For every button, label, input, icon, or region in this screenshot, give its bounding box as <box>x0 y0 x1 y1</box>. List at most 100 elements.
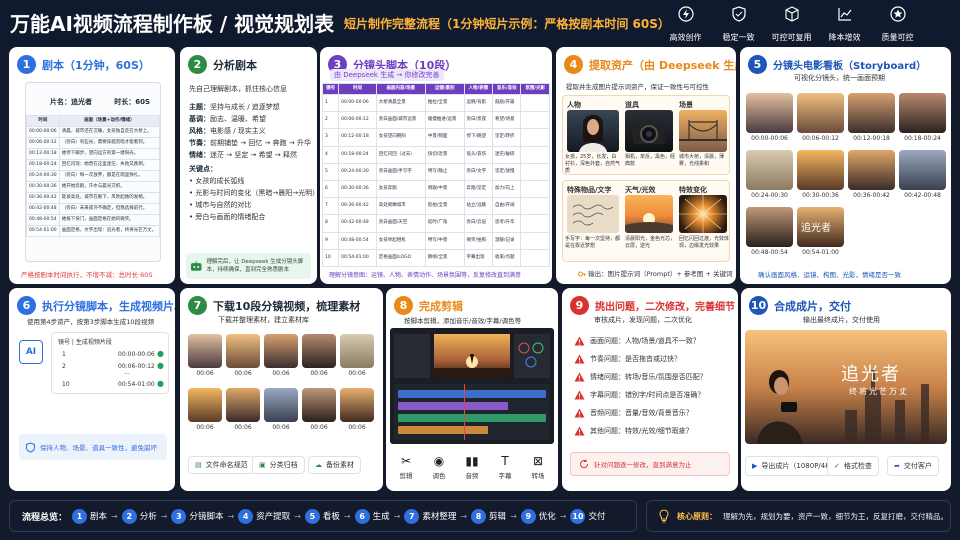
flow-step[interactable]: 5 看板 <box>304 508 340 524</box>
tool-0[interactable]: ✂ 剪辑 <box>392 454 420 480</box>
tool-3[interactable]: T 字幕 <box>491 454 519 480</box>
storyboard-frame[interactable] <box>848 150 895 190</box>
feature-fast: 高效创作 <box>659 6 712 44</box>
arrow-icon: → <box>343 511 351 521</box>
flow-step[interactable]: 1 剧本 <box>72 508 107 524</box>
storyboard-frame[interactable] <box>746 207 793 247</box>
deliver-button[interactable]: ➦ 交付客户 <box>887 456 939 476</box>
cube-icon <box>784 6 799 22</box>
storyboard-frame[interactable] <box>848 93 895 133</box>
core-principles: 核心原则： 理解为先，规划为要，资产一致，细节为王，反复打磨，交付精品。 <box>646 500 951 532</box>
clip-thumbnail[interactable] <box>188 388 222 422</box>
flow-step[interactable]: 6 生成 <box>354 508 390 524</box>
page-title: 万能AI视频流程制作板 / 视觉规划表 <box>10 12 335 36</box>
panel-title: 提取资产（由 Deepseek 生成） <box>589 58 736 72</box>
table-row: 3 00:12-00:18 女孩望向朝阳 中景/侧面 停下/眺望 坚定/转折 <box>321 128 550 147</box>
bridge-image <box>679 110 727 152</box>
storyboard-frame[interactable] <box>746 93 793 133</box>
step-number: 4 <box>564 55 583 74</box>
clip-thumbnail[interactable] <box>340 334 374 368</box>
arrow-icon: → <box>510 511 517 521</box>
clip-thumbnail[interactable] <box>340 388 374 422</box>
arrow-icon: → <box>294 511 301 521</box>
script-note: 严格按剧本时间执行，不增不减：总时长 60S <box>21 271 153 279</box>
title-card-text: 追光者 <box>801 223 831 234</box>
clip-thumbnail[interactable] <box>302 334 336 368</box>
flow-step[interactable]: 8 剪辑 <box>471 508 506 524</box>
backup-button[interactable]: ☁ 备份素材 <box>308 456 361 474</box>
panel-title: 剧本（1分钟，60S） <box>42 58 150 72</box>
flow-step[interactable]: 7 素材整理 <box>404 508 456 524</box>
step-number: 1 <box>17 55 36 74</box>
shield-icon <box>26 441 35 453</box>
storyboard-frame[interactable] <box>797 150 844 190</box>
naming-button[interactable]: ▤ 文件命名规范 <box>188 456 255 474</box>
panel-storyboard: 5 分镜头电影看板（Storyboard） 可视化分镜头，统一画面预期 00:00… <box>740 47 951 284</box>
storyboard-note: 确认画面风格、运镜、构图、光影，情绪是否一致 <box>758 271 901 279</box>
clip-duration: 00:06 <box>196 424 214 431</box>
archive-button[interactable]: ▣ 分类归档 <box>252 456 305 474</box>
panel-subtitle: 可视化分镜头，统一画面预期 <box>794 74 885 82</box>
format-check-button[interactable]: ✓ 格式检查 <box>827 456 879 476</box>
clip-thumbnail[interactable] <box>264 334 298 368</box>
storyboard-frame[interactable] <box>746 150 793 190</box>
frame-time: 00:42-00:48 <box>904 192 941 199</box>
arrow-icon: → <box>460 511 468 521</box>
key-icon <box>578 271 586 277</box>
tool-icon: T <box>501 454 509 468</box>
table-row: 4 00:18-00:24 回忆闪回（过去） 快切/近景 低头/哀伤 迷茫/破碎 <box>321 145 550 164</box>
tool-1[interactable]: ◉ 调色 <box>425 454 453 480</box>
clip-duration: 00:06 <box>310 370 328 377</box>
flow-step[interactable]: 4 资产提取 <box>238 508 290 524</box>
star-icon <box>889 6 906 22</box>
table-row: 9 00:48-00:54 女孩举起相机 特写/中景 微笑/拍照 温暖/记录 <box>321 231 550 250</box>
step-number: 6 <box>17 296 36 315</box>
storyboard-frame[interactable] <box>899 93 946 133</box>
clip-thumbnail[interactable] <box>226 388 260 422</box>
panel-script: 1 剧本（1分钟，60S） 片名：追光者 时长：60S 时间 画面（场景+动作/情绪… <box>9 47 175 284</box>
issue-item: 其他问题：特效/光效/细节瑕疵？ <box>574 422 707 440</box>
timeline[interactable] <box>394 384 550 440</box>
arrow-icon: → <box>111 511 118 521</box>
flow-step[interactable]: 10 交付 <box>570 508 606 524</box>
table-row: 2 00:06-00:12 旁白画面/城市远景 缓慢推进/远景 旁白/黑夜 希望/诗意 <box>321 111 550 130</box>
flow-step[interactable]: 3 分镜脚本 <box>171 508 223 524</box>
film-title-overlay: 追光者 <box>841 364 901 385</box>
warning-icon <box>574 390 585 400</box>
panel-subtitle: 由 Deepseek 生成 → 你修改完善 <box>330 69 444 81</box>
frame-time: 00:36-00:42 <box>853 192 890 199</box>
table-row: 00:00-00:06 清晨，城市还在沉睡，女孩独自走在大桥上。 <box>26 126 161 138</box>
storyboard-frame[interactable]: 追光者 <box>797 207 844 247</box>
storyboard-frame[interactable] <box>797 93 844 133</box>
issue-item: 字幕问题：错别字/时间点是否准确？ <box>574 386 707 404</box>
sunlight-image <box>625 195 673 233</box>
issue-item: 情绪问题：转场/音乐/氛围是否匹配？ <box>574 368 707 386</box>
clip-thumbnail[interactable] <box>302 388 336 422</box>
issue-list: 画面问题：人物/场景/道具不一致？ 节奏问题：是否拖沓或过快？ 情绪问题：转场/音乐… <box>574 332 707 440</box>
table-row: 00:48-00:54 她按下快门，画面定格在她的微笑。 <box>26 214 161 226</box>
panel-assets: 4 提取资产（由 Deepseek 生成） 提取并生成图片提示词资产，保证一致性与… <box>556 47 736 284</box>
clip-thumbnail[interactable] <box>226 334 260 368</box>
step-number: 5 <box>748 55 767 74</box>
final-film-frame: 追光者 终将光芒万丈 <box>745 330 947 444</box>
clip-thumbnail[interactable] <box>264 388 298 422</box>
storyboard-frame[interactable] <box>899 150 946 190</box>
panel-title: 合成成片，交付 <box>774 299 851 313</box>
tool-2[interactable]: ▮▮ 音频 <box>458 454 486 480</box>
feature-cost: 降本增效 <box>818 6 871 44</box>
flow-step[interactable]: 9 优化 <box>520 508 556 524</box>
analysis-list: 主题：坚持与成长 / 追逐梦想 基调：励志、温暖、希望 风格：电影感 / 现实主… <box>189 103 317 221</box>
flow-step[interactable]: 2 分析 <box>121 508 157 524</box>
frame-time: 00:06-00:12 <box>802 135 839 142</box>
clip-thumbnail[interactable] <box>188 334 222 368</box>
panel-subtitle: 按脚本剪辑，添加音乐/音效/字幕/调色等 <box>404 317 522 325</box>
table-row: 10 00:54-01:00 定格画面/LOGO 静帧/全景 字幕出现 收束/点题 <box>321 248 550 267</box>
step-number: 7 <box>188 296 207 315</box>
script-table: 时间 画面（场景+动作/情绪） 00:00-00:06 清晨，城市还在沉睡，女孩独自… <box>26 115 161 237</box>
feature-reuse: 可控可复用 <box>765 6 818 44</box>
panel-shotlist: 3 分镜头脚本（10段） 由 Deepseek 生成 → 你修改完善 镜号 时间 画面… <box>320 47 552 284</box>
asset-row-2: 特殊物品/文字 天气/光效 特效变化 手写字：每一次坚持，都是在靠近梦想 清晨阳… <box>562 180 730 262</box>
frame-time: 00:54-01:00 <box>802 249 839 256</box>
tool-4[interactable]: ⊠ 转场 <box>524 454 552 480</box>
chart-icon <box>837 8 851 21</box>
